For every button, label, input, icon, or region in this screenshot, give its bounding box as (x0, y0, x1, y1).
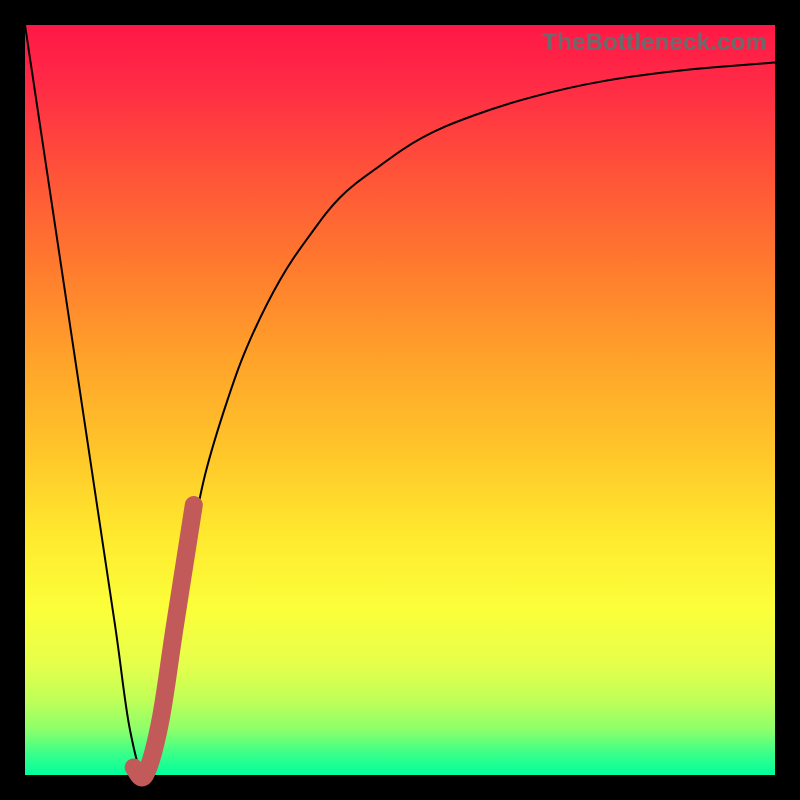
chart-container: TheBottleneck.com (0, 0, 800, 800)
bottleneck-curve (25, 25, 775, 775)
curve-layer (25, 25, 775, 775)
plot-area: TheBottleneck.com (25, 25, 775, 775)
highlight-segment (134, 505, 194, 777)
watermark-text: TheBottleneck.com (542, 29, 767, 57)
